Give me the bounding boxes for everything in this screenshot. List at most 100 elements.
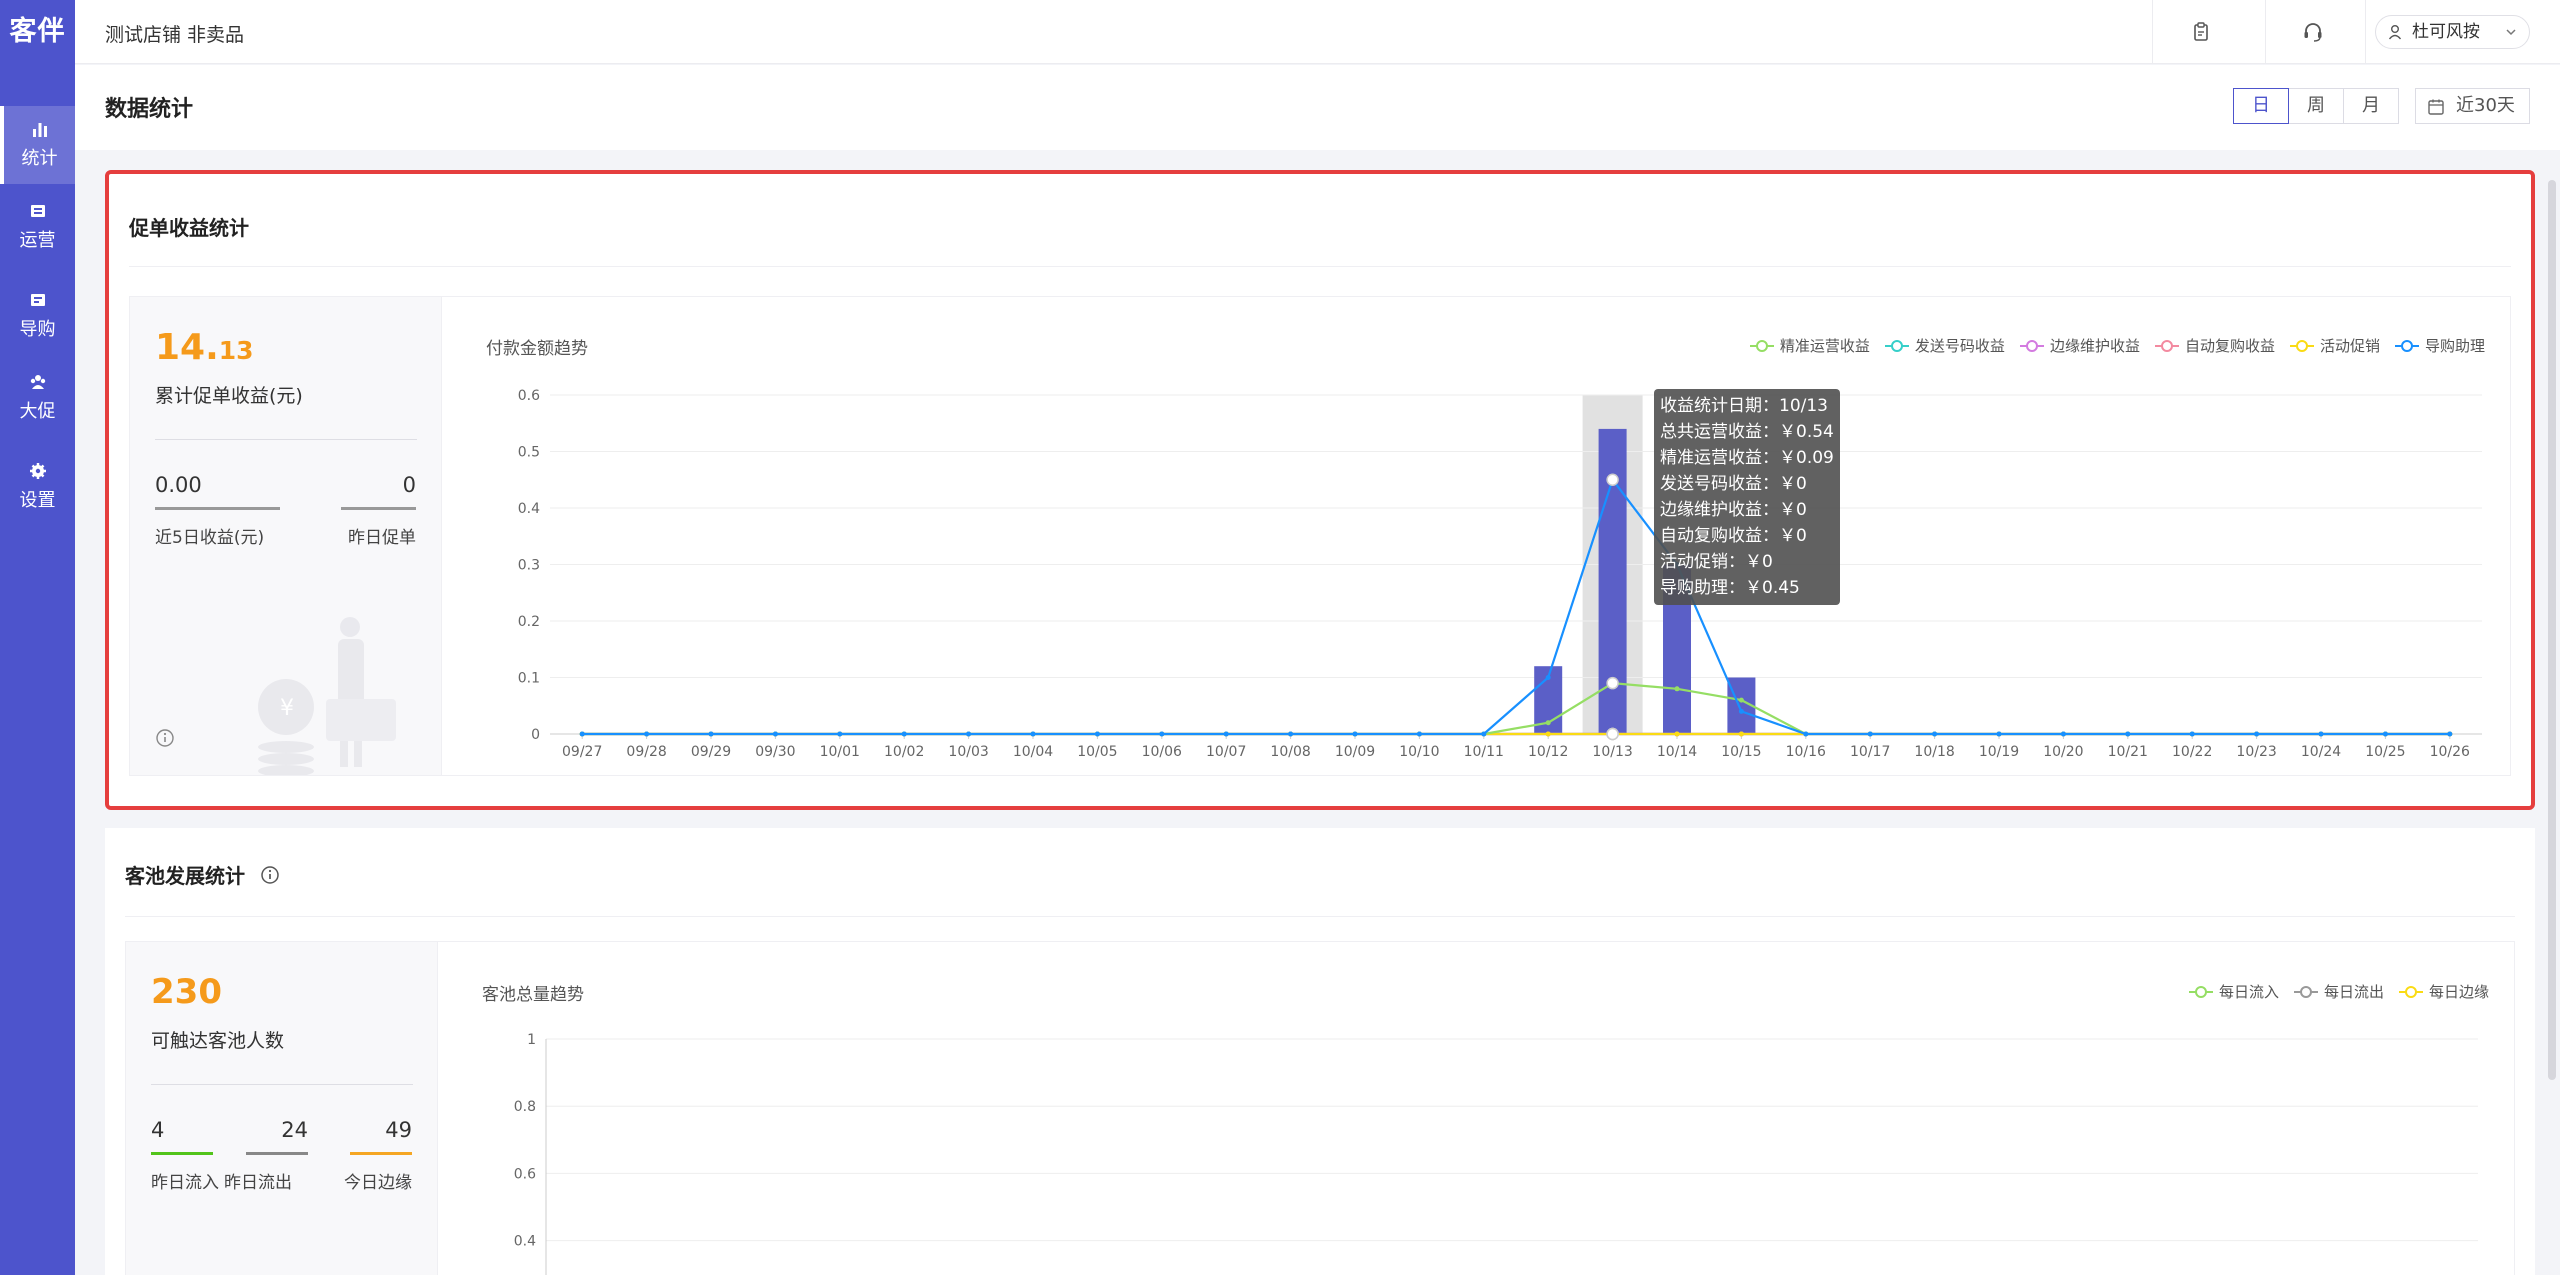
card-title-text: 客池发展统计 <box>125 864 245 888</box>
highlight-point <box>1606 727 1619 741</box>
total-revenue-value: 14.13 <box>155 327 254 368</box>
x-tick-label: 10/19 <box>1979 744 2019 760</box>
info-icon[interactable] <box>155 728 175 748</box>
x-tick-label: 10/20 <box>2043 744 2083 760</box>
data-point[interactable] <box>772 731 778 737</box>
y-tick-label: 0 <box>531 727 540 743</box>
data-point[interactable] <box>1545 675 1551 680</box>
card-title: 促单收益统计 <box>129 216 249 240</box>
date-range-picker[interactable]: 近30天 <box>2415 88 2530 124</box>
x-tick-label: 10/10 <box>1399 744 1439 760</box>
x-tick-label: 09/28 <box>626 744 666 760</box>
y-tick-label: 0.2 <box>518 614 540 630</box>
divider <box>2365 0 2366 64</box>
stat-value: 0.00 <box>155 473 202 497</box>
data-point[interactable] <box>1674 731 1680 737</box>
data-point[interactable] <box>1932 731 1938 737</box>
tooltip-line: 收益统计日期：10/13 <box>1660 396 1828 416</box>
data-point[interactable] <box>837 731 843 737</box>
user-menu[interactable]: 杜可风按 <box>2375 15 2530 49</box>
sidebar-item-stats[interactable]: 统计 <box>0 106 75 184</box>
data-point[interactable] <box>2254 731 2260 737</box>
data-point[interactable] <box>1094 731 1100 737</box>
x-tick-label: 10/01 <box>820 744 860 760</box>
sidebar-item-promo[interactable]: 大促 <box>0 359 75 437</box>
data-point[interactable] <box>1288 731 1294 737</box>
data-point[interactable] <box>1738 708 1744 714</box>
x-tick-label: 09/30 <box>755 744 795 760</box>
highlight-point <box>1606 473 1619 486</box>
data-point[interactable] <box>1545 731 1551 737</box>
data-point[interactable] <box>2447 731 2453 737</box>
data-point[interactable] <box>1738 731 1744 737</box>
data-point[interactable] <box>1030 731 1036 737</box>
data-point[interactable] <box>1996 731 2002 737</box>
stat-value: 4 <box>151 1118 165 1142</box>
divider <box>2265 0 2266 64</box>
app-logo: 客伴 <box>9 16 66 47</box>
x-tick-label: 10/03 <box>948 744 988 760</box>
sidebar-item-label: 大促 <box>19 401 56 422</box>
page-title: 数据统计 <box>105 97 194 122</box>
stat-underline <box>350 1152 412 1155</box>
data-point[interactable] <box>1803 731 1809 737</box>
divider <box>155 439 417 440</box>
divider <box>151 1084 413 1085</box>
clipboard-icon[interactable] <box>2187 18 2215 46</box>
sidebar-item-operation[interactable]: 运营 <box>0 188 75 266</box>
sidebar-item-settings[interactable]: 设置 <box>0 448 75 526</box>
data-point[interactable] <box>2060 731 2066 737</box>
pool-trend-chart-area: 客池总量趋势 每日流入 每日流出 每日边缘 0.4 0.6 0.8 1 <box>438 942 2514 1275</box>
data-point[interactable] <box>708 731 714 737</box>
x-tick-label: 10/11 <box>1464 744 1504 760</box>
scrollbar[interactable] <box>2548 180 2556 1080</box>
period-week-button[interactable]: 周 <box>2288 88 2344 124</box>
people-icon <box>30 375 45 389</box>
data-point[interactable] <box>1159 731 1165 737</box>
y-tick-label: 0.6 <box>518 388 540 404</box>
data-point[interactable] <box>1545 720 1551 726</box>
period-day-button[interactable]: 日 <box>2233 88 2289 124</box>
data-point[interactable] <box>1674 686 1680 692</box>
pool-trend-chart[interactable]: 0.4 0.6 0.8 1 <box>438 942 2531 1275</box>
headset-icon[interactable] <box>2299 18 2327 46</box>
x-tick-label: 09/27 <box>562 744 602 760</box>
x-tick-label: 10/07 <box>1206 744 1246 760</box>
data-point[interactable] <box>1738 697 1744 703</box>
data-point[interactable] <box>2189 731 2195 737</box>
data-point[interactable] <box>966 731 972 737</box>
data-point[interactable] <box>644 731 650 737</box>
top-bar: 测试店铺 非卖品 杜可风按 <box>75 0 2560 64</box>
payment-trend-chart[interactable]: 0 0.1 0.2 0.3 0.4 0.5 0.6 09/27 09/28 09/29 09/30 1… <box>442 297 2535 777</box>
operation-icon <box>30 205 45 217</box>
divider <box>125 916 2515 917</box>
stat-label: 昨日流入 <box>151 1173 219 1193</box>
data-point[interactable] <box>901 731 907 737</box>
data-point[interactable] <box>1223 731 1229 737</box>
data-point[interactable] <box>1867 731 1873 737</box>
guide-icon <box>30 294 45 306</box>
user-name: 杜可风按 <box>2412 22 2480 42</box>
data-point[interactable] <box>2318 731 2324 737</box>
period-month-button[interactable]: 月 <box>2343 88 2399 124</box>
data-point[interactable] <box>579 731 585 737</box>
y-tick-label: 0.3 <box>518 558 540 574</box>
stat-underline <box>341 507 416 510</box>
revenue-summary: 14.13 累计促单收益(元) 0.00 近5日收益(元) 0 昨日促单 ¥ <box>130 297 442 775</box>
data-point[interactable] <box>1352 731 1358 737</box>
sidebar-item-label: 统计 <box>21 148 58 169</box>
pool-total-value: 230 <box>151 972 222 1012</box>
data-point[interactable] <box>2125 731 2131 737</box>
sidebar-item-label: 导购 <box>19 319 56 340</box>
sidebar-item-guide[interactable]: 导购 <box>0 277 75 355</box>
stat-underline <box>155 507 280 510</box>
pool-panel: 230 可触达客池人数 4 昨日流入 24 昨日流出 49 今日边缘 客池总量趋… <box>125 941 2515 1275</box>
user-icon <box>2388 25 2402 40</box>
pool-card: 客池发展统计 230 可触达客池人数 4 昨日流入 24 昨日流出 49 今日边… <box>105 828 2535 1275</box>
y-tick-label: 0.6 <box>514 1166 536 1182</box>
data-point[interactable] <box>2382 731 2388 737</box>
data-point[interactable] <box>1416 731 1422 737</box>
data-point[interactable] <box>1481 731 1487 737</box>
info-icon[interactable] <box>260 865 280 885</box>
calendar-icon <box>2428 99 2444 115</box>
